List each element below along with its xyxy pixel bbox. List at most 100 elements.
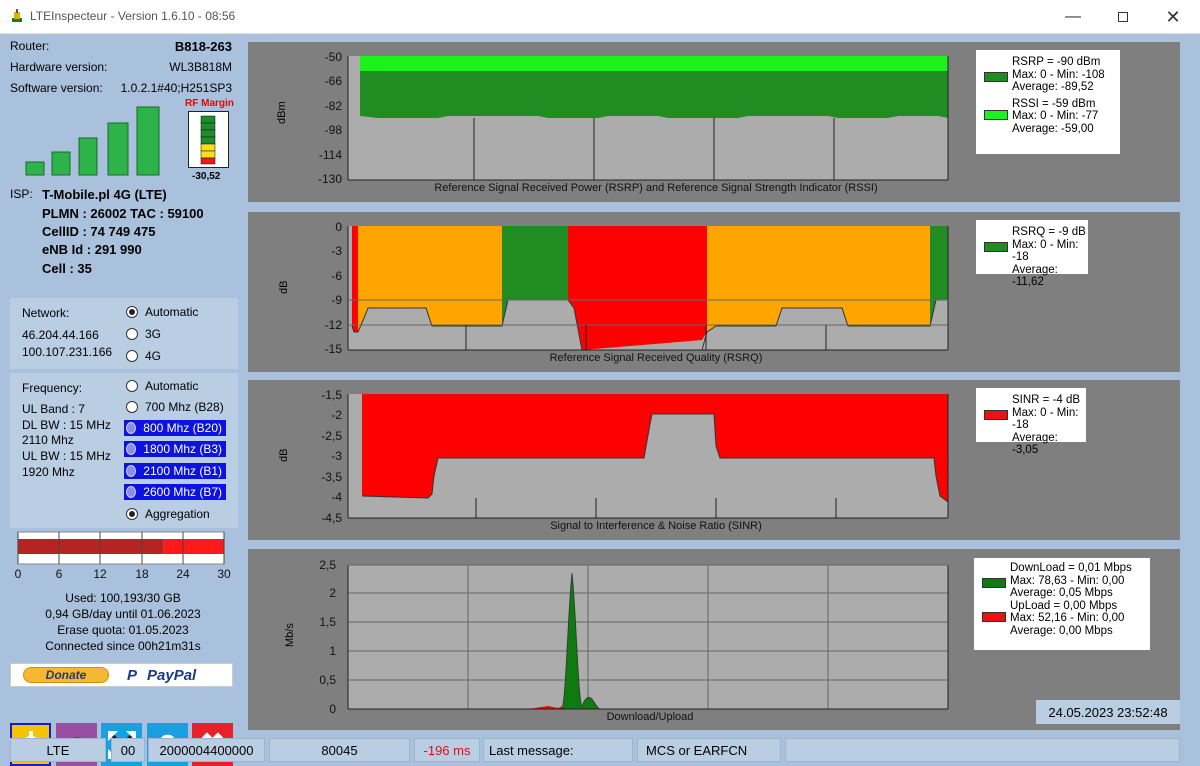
router-label: Router: (10, 39, 50, 53)
dl-freq: 2110 Mhz (22, 433, 74, 447)
rsrq-chart: dB 0 -3 -6 -9 -12 -15 Reference Signal R… (248, 212, 1180, 372)
status-mcs: MCS or EARFCN (637, 738, 781, 762)
traffic-caption: Download/Upload (607, 711, 694, 723)
router-value: B818-263 (174, 39, 232, 54)
freq-b20-radio[interactable]: 800 Mhz (B20) (124, 420, 226, 436)
network-label: Network: (22, 306, 70, 320)
sinr-tick: -3,5 (321, 470, 342, 484)
rssi-legend-entry: RSSI = -59 dBm Max: 0 - Min: -77 Average: … (976, 98, 1120, 136)
frequency-label: Frequency: (22, 381, 83, 395)
freq-b1-radio[interactable]: 2100 Mhz (B1) (124, 463, 226, 479)
rf-margin-gauge (188, 111, 229, 168)
quota-tick: 6 (56, 567, 63, 581)
rsrq-tick: -6 (331, 269, 342, 283)
hardware-label: Hardware version: (10, 60, 108, 74)
rsrp-plot: -50 -66 -82 -98 -114 -130 Reference Sign… (318, 50, 949, 194)
rsrq-tick: 0 (335, 220, 342, 234)
sinr-chart: dB -1,5 -2 -2,5 -3 -3,5 -4 -4,5 Signal t… (248, 380, 1180, 540)
isp-label: ISP: (10, 187, 33, 201)
quota-erase: Erase quota: 01.05.2023 (57, 623, 189, 637)
rsrq-tick: -12 (325, 318, 343, 332)
quota-per-day: 0,94 GB/day until 01.06.2023 (45, 607, 201, 621)
hardware-value: WL3B818M (169, 60, 232, 74)
rsrp-legend: RSRP = -90 dBm Max: 0 - Min: -108 Average:… (976, 50, 1120, 154)
enb-id: eNB Id : 291 990 (42, 242, 142, 257)
rsrp-tick: -114 (319, 148, 342, 162)
paypal-label: PayPal (147, 667, 197, 684)
rsrq-legend-entry: RSRQ = -9 dB Max: 0 - Min: -18 Average: -1… (976, 226, 1088, 289)
ul-band: UL Band : 7 (22, 402, 85, 416)
rsrq-legend: RSRQ = -9 dB Max: 0 - Min: -18 Average: -1… (976, 220, 1088, 288)
rsrq-tick: -9 (331, 293, 342, 307)
freq-b7-radio[interactable]: 2600 Mhz (B7) (124, 484, 226, 500)
status-cell-hex: 2000004400000 (148, 738, 265, 762)
status-code: 00 (111, 738, 145, 762)
quota-tick: 30 (217, 567, 231, 581)
rsrp-legend-entry: RSRP = -90 dBm Max: 0 - Min: -108 Average:… (976, 56, 1120, 94)
ip-address-2: 100.107.231.166 (22, 345, 113, 359)
status-latency: -196 ms (414, 738, 480, 762)
sinr-tick: -4,5 (321, 511, 342, 525)
rsrp-area (360, 71, 948, 118)
frequency-panel: Frequency: UL Band : 7 DL BW : 15 MHz 21… (10, 373, 238, 528)
isp-name: T-Mobile.pl 4G (LTE) (42, 187, 167, 202)
network-3g-radio[interactable]: 3G (126, 327, 161, 341)
rsrp-tick: -66 (325, 74, 343, 88)
traffic-tick: 1 (329, 644, 336, 658)
status-value: 80045 (269, 738, 410, 762)
sinr-tick: -3 (331, 449, 342, 463)
quota-used: Used: 100,193/30 GB (65, 591, 181, 605)
quota-tick: 0 (15, 567, 22, 581)
freq-b28-radio[interactable]: 700 Mhz (B28) (126, 400, 224, 414)
sinr-tick: -1,5 (321, 388, 342, 402)
sinr-tick: -4 (331, 490, 342, 504)
ip-address-1: 46.204.44.166 (22, 328, 99, 342)
donate-label: Donate (23, 667, 109, 683)
plmn-tac: PLMN : 26002 TAC : 59100 (42, 206, 204, 221)
paypal-logo-icon: P (127, 667, 138, 684)
rsrq-tick: -15 (325, 342, 343, 356)
sinr-plot: -1,5 -2 -2,5 -3 -3,5 -4 -4,5 Signal to I… (321, 388, 949, 532)
maximize-button[interactable] (1100, 0, 1146, 34)
status-extra (785, 738, 1180, 762)
rssi-area (360, 56, 948, 71)
dl-bw: DL BW : 15 MHz (22, 418, 111, 432)
minimize-button[interactable]: — (1050, 0, 1096, 34)
left-panel: Router: B818-263 Hardware version: WL3B8… (0, 34, 246, 766)
rsrq-plot: 0 -3 -6 -9 -12 -15 Reference Signal Rece… (325, 220, 949, 364)
traffic-legend: DownLoad = 0,01 Mbps Max: 78,63 - Min: 0,… (974, 558, 1150, 650)
upload-legend-entry: UpLoad = 0,00 Mbps Max: 52,16 - Min: 0,00… (974, 600, 1150, 638)
traffic-tick: 1,5 (319, 615, 336, 629)
freq-aggregation-radio[interactable]: Aggregation (126, 507, 210, 521)
cell-id: CellID : 74 749 475 (42, 224, 156, 239)
donate-paypal-button[interactable]: Donate P PayPal (10, 663, 233, 687)
rsrp-tick: -130 (318, 172, 342, 186)
quota-bar: 0 6 12 18 24 30 (15, 531, 231, 581)
app-icon (12, 9, 22, 22)
rf-margin-value: -30,52 (192, 171, 221, 182)
close-window-button[interactable]: ✕ (1150, 0, 1196, 34)
rsrp-tick: -82 (325, 99, 343, 113)
title-bar: LTEInspecteur - Version 1.6.10 - 08:56 —… (0, 0, 1200, 34)
traffic-tick: 0 (329, 702, 336, 716)
window-title: LTEInspecteur - Version 1.6.10 - 08:56 (30, 9, 236, 23)
rsrp-caption: Reference Signal Received Power (RSRP) a… (434, 182, 877, 194)
rf-margin-label: RF Margin (185, 98, 234, 109)
software-value: 1.0.2.1#40;H251SP3 (120, 81, 232, 95)
download-legend-entry: DownLoad = 0,01 Mbps Max: 78,63 - Min: 0,… (974, 562, 1150, 600)
sinr-legend: SINR = -4 dB Max: 0 - Min: -18 Average: -3… (976, 388, 1086, 456)
sinr-legend-entry: SINR = -4 dB Max: 0 - Min: -18 Average: -3… (976, 394, 1086, 457)
freq-b3-radio[interactable]: 1800 Mhz (B3) (124, 441, 226, 457)
traffic-plot: 2,5 2 1,5 1 0,5 0 Download/Upload (319, 558, 949, 723)
traffic-tick: 2 (329, 586, 336, 600)
timestamp: 24.05.2023 23:52:48 (1036, 700, 1180, 724)
traffic-chart: Mb/s 2,5 2 1,5 1 0,5 0 Download/Upload D… (248, 549, 1180, 730)
status-mode: LTE (10, 738, 106, 762)
freq-automatic-radio[interactable]: Automatic (126, 379, 198, 393)
rsrp-tick: -50 (325, 50, 343, 64)
quota-info: Used: 100,193/30 GB 0,94 GB/day until 01… (0, 590, 246, 654)
ul-freq: 1920 Mhz (22, 465, 75, 479)
traffic-tick: 0,5 (319, 673, 336, 687)
network-automatic-radio[interactable]: Automatic (126, 305, 198, 319)
network-4g-radio[interactable]: 4G (126, 349, 161, 363)
